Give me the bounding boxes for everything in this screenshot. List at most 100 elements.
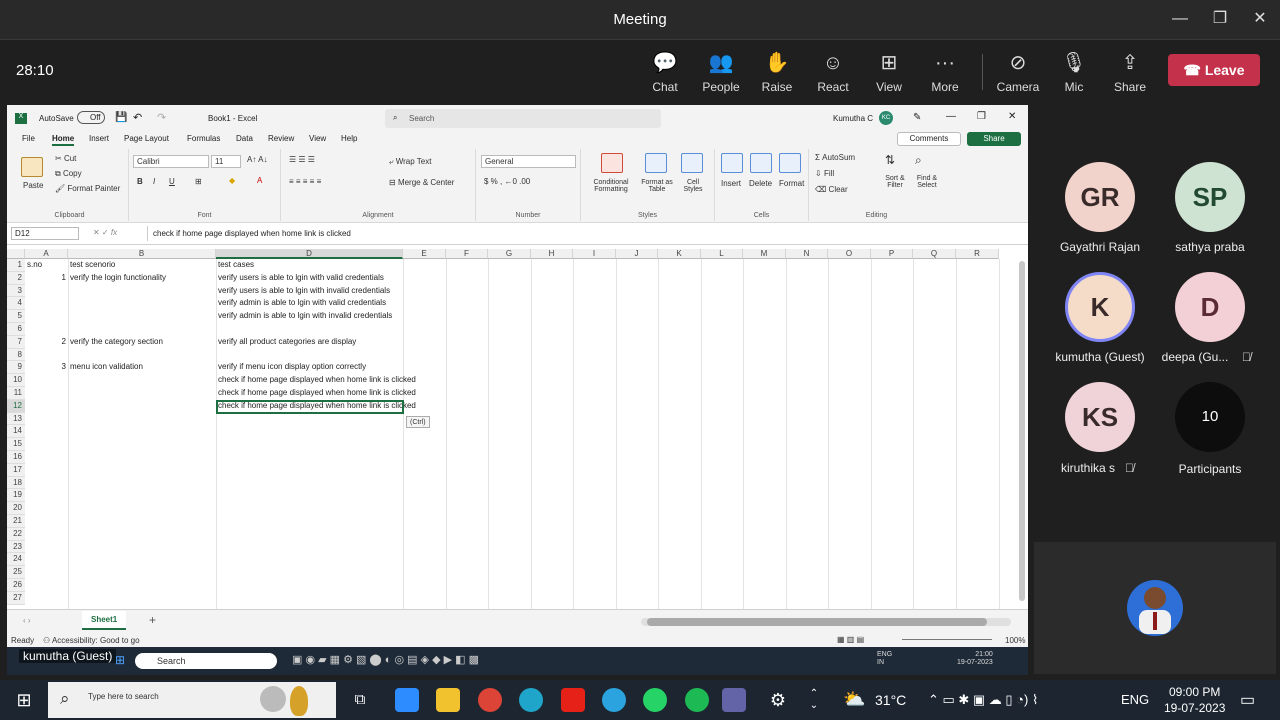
add-sheet-icon[interactable]: + xyxy=(149,613,156,627)
currency-icon[interactable]: $ % , ←0 .00 xyxy=(484,177,530,186)
taskbar-clock[interactable]: 09:00 PM 19-07-2023 xyxy=(1164,684,1225,716)
column-header[interactable]: R xyxy=(956,249,999,259)
formula-input[interactable]: check if home page displayed when home l… xyxy=(147,226,1023,241)
horizontal-scrollbar[interactable] xyxy=(641,618,1011,626)
view-button[interactable]: ⊞ View xyxy=(861,50,917,94)
column-header[interactable]: Q xyxy=(913,249,956,259)
more-button[interactable]: ··· More xyxy=(917,50,973,94)
settings-icon[interactable]: ⚙ xyxy=(766,688,790,712)
participant-avatar-ks[interactable]: KS xyxy=(1065,382,1135,452)
file-explorer-icon[interactable] xyxy=(436,688,460,712)
leave-button[interactable]: ☎ Leave xyxy=(1168,54,1260,86)
paste-options-button[interactable]: (Ctrl) xyxy=(406,415,430,428)
menu-help[interactable]: Help xyxy=(341,134,357,143)
row-header[interactable]: 12 xyxy=(7,399,25,413)
accessibility-status[interactable]: ⚇ Accessibility: Good to go xyxy=(43,636,140,645)
number-format-select[interactable]: General xyxy=(481,155,576,168)
format-table-icon[interactable] xyxy=(645,153,667,173)
minimize-icon[interactable]: — xyxy=(1169,8,1191,30)
redo-icon[interactable]: ↷ xyxy=(157,111,166,124)
cell-d11[interactable]: check if home page displayed when home l… xyxy=(218,387,416,399)
youtube-icon[interactable] xyxy=(561,688,585,712)
cell-b1[interactable]: test scenorio xyxy=(70,259,115,271)
clear-button[interactable]: ⌫ Clear xyxy=(815,185,848,194)
menu-view[interactable]: View xyxy=(309,134,326,143)
cut-button[interactable]: ✂ Cut xyxy=(55,154,76,163)
sheet-nav-arrows-icon[interactable]: ‹ › xyxy=(23,616,31,625)
row-header[interactable]: 3 xyxy=(7,284,25,298)
row-header[interactable]: 20 xyxy=(7,502,25,515)
cell-d1[interactable]: test cases xyxy=(218,259,254,271)
zoom-slider[interactable] xyxy=(902,639,992,640)
scroll-arrows-icon[interactable]: ⌃ ⌄ xyxy=(802,688,826,712)
row-header[interactable]: 17 xyxy=(7,463,25,477)
borders-icon[interactable]: ⊞ xyxy=(195,177,202,186)
column-header[interactable]: K xyxy=(658,249,701,259)
spotify-icon[interactable] xyxy=(685,688,709,712)
select-all-corner[interactable] xyxy=(7,249,25,259)
column-header[interactable]: D xyxy=(216,249,403,259)
row-header[interactable]: 4 xyxy=(7,297,25,311)
row-header[interactable]: 5 xyxy=(7,310,25,323)
find-icon[interactable]: ⌕ xyxy=(915,153,922,168)
xl-close-icon[interactable]: ✕ xyxy=(1008,111,1016,122)
maximize-icon[interactable]: ❐ xyxy=(1209,8,1231,30)
cell-b2[interactable]: verify the login functionality xyxy=(70,272,166,284)
merge-center-button[interactable]: ⊟ Merge & Center xyxy=(389,178,454,187)
menu-data[interactable]: Data xyxy=(236,134,253,143)
xl-minimize-icon[interactable]: — xyxy=(946,111,956,122)
format-painter-button[interactable]: 🖌 Format Painter xyxy=(55,184,120,193)
cell-d3[interactable]: verify users is able to lgin with invali… xyxy=(218,285,390,297)
vertical-scrollbar[interactable] xyxy=(1019,261,1025,601)
column-header[interactable]: L xyxy=(701,249,743,259)
chat-button[interactable]: 💬 Chat xyxy=(637,50,693,94)
column-header[interactable]: G xyxy=(488,249,531,259)
insert-cells-icon[interactable] xyxy=(721,153,743,173)
column-header[interactable]: O xyxy=(828,249,871,259)
tray-icons[interactable]: ⌃ ▭ ✱ ▣ ☁ ▯ ◔) ⌇ xyxy=(928,692,1038,708)
row-header[interactable]: 6 xyxy=(7,323,25,336)
menu-formulas[interactable]: Formulas xyxy=(187,134,220,143)
cell-d5[interactable]: verify admin is able to lgin with invali… xyxy=(218,310,392,322)
save-icon[interactable]: 💾 xyxy=(115,112,127,123)
row-header[interactable]: 26 xyxy=(7,579,25,592)
column-header[interactable]: H xyxy=(531,249,573,259)
participant-avatar-k[interactable]: K xyxy=(1065,272,1135,342)
teams-icon[interactable] xyxy=(722,688,746,712)
participant-avatar-sp[interactable]: SP xyxy=(1175,162,1245,232)
formula-fx-icon[interactable]: ✕ ✓ fx xyxy=(93,228,117,237)
active-cell-selection[interactable] xyxy=(216,399,404,414)
telegram-icon[interactable] xyxy=(602,688,626,712)
menu-review[interactable]: Review xyxy=(268,134,294,143)
cell-d2[interactable]: verify users is able to lgin with valid … xyxy=(218,272,384,284)
delete-cells-icon[interactable] xyxy=(750,153,772,173)
cell-a9[interactable]: 3 xyxy=(25,361,66,373)
row-header[interactable]: 1 xyxy=(7,259,25,272)
cell-d9[interactable]: verify if menu icon display option corre… xyxy=(218,361,366,373)
row-header[interactable]: 24 xyxy=(7,553,25,567)
wrap-text-button[interactable]: ⤶ Wrap Text xyxy=(389,157,431,167)
row-header[interactable]: 2 xyxy=(7,271,25,285)
spreadsheet-grid[interactable]: A B D E F G H I J K L M N O P Q R 1 2 3 4 5 6 7 8 9 10 11 12 13 14 15 16… xyxy=(7,249,1017,609)
column-header[interactable]: N xyxy=(786,249,828,259)
cell-d7[interactable]: verify all product categories are displa… xyxy=(218,336,356,348)
excel-user-avatar[interactable]: KC xyxy=(879,111,893,125)
cell-a1[interactable]: s.no xyxy=(27,259,68,271)
share-excel-button[interactable]: Share xyxy=(967,132,1021,146)
excel-search-input[interactable]: Search xyxy=(385,109,661,128)
row-header[interactable]: 7 xyxy=(7,335,25,349)
column-header[interactable]: I xyxy=(573,249,616,259)
cell-b9[interactable]: menu icon validation xyxy=(70,361,143,373)
font-name-select[interactable]: Calibri xyxy=(133,155,209,168)
pen-icon[interactable]: ✎ xyxy=(913,112,921,123)
column-header[interactable]: E xyxy=(403,249,446,259)
chrome-icon[interactable] xyxy=(478,688,502,712)
sheet-tab-sheet1[interactable]: Sheet1 xyxy=(82,611,127,630)
menu-insert[interactable]: Insert xyxy=(89,134,109,143)
participant-avatar-d[interactable]: D xyxy=(1175,272,1245,342)
italic-icon[interactable]: I xyxy=(153,177,155,186)
name-box[interactable]: D12 xyxy=(11,227,79,240)
column-header[interactable]: A xyxy=(25,249,68,259)
row-header[interactable]: 21 xyxy=(7,515,25,528)
raise-button[interactable]: ✋ Raise xyxy=(749,50,805,94)
